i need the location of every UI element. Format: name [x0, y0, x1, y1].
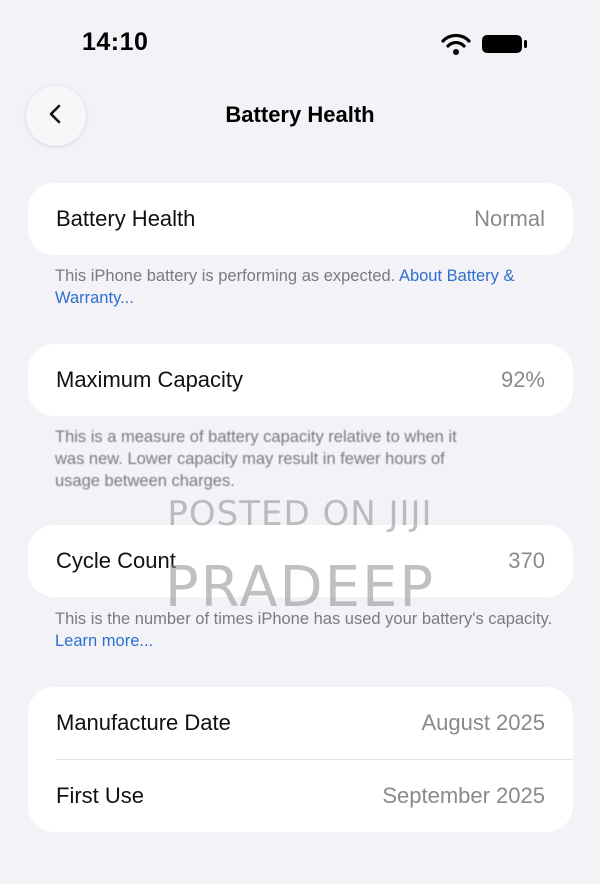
first-use-label: First Use [56, 783, 144, 808]
cycle-count-label: Cycle Count [56, 548, 176, 573]
manufacture-date-label: Manufacture Date [56, 710, 231, 735]
nav-bar: Battery Health [0, 80, 600, 152]
battery-health-footnote: This iPhone battery is performing as exp… [55, 265, 555, 309]
capacity-footnote-line: This is a measure of battery capacity re… [55, 428, 457, 446]
cycle-count-card: Cycle Count 370 [28, 525, 573, 597]
first-use-row[interactable]: First Use September 2025 [28, 760, 573, 832]
capacity-footnote-line: was new. Lower capacity may result in fe… [55, 450, 445, 468]
maximum-capacity-card: Maximum Capacity 92% [28, 344, 573, 416]
battery-health-value: Normal [474, 206, 545, 231]
capacity-footnote-line: usage between charges. [55, 472, 235, 490]
status-time: 14:10 [82, 28, 149, 56]
maximum-capacity-label: Maximum Capacity [56, 367, 244, 392]
cycle-count-value: 370 [508, 548, 545, 573]
battery-health-label: Battery Health [56, 206, 196, 231]
first-use-value: September 2025 [382, 783, 545, 808]
battery-health-footnote-text: This iPhone battery is performing as exp… [55, 267, 399, 285]
battery-health-card: Battery Health Normal [28, 183, 573, 255]
maximum-capacity-footnote: This is a measure of battery capacity re… [55, 426, 555, 492]
page-title: Battery Health [225, 102, 375, 127]
status-bar: 14:10 [0, 0, 600, 80]
wifi-icon [441, 32, 471, 56]
battery-icon [482, 34, 528, 54]
maximum-capacity-row[interactable]: Maximum Capacity 92% [28, 344, 573, 416]
dates-card: Manufacture Date August 2025 First Use S… [28, 687, 573, 832]
manufacture-date-value: August 2025 [421, 710, 545, 735]
cycle-count-footnote: This is the number of times iPhone has u… [55, 608, 555, 652]
maximum-capacity-value: 92% [500, 367, 545, 392]
cycle-count-row[interactable]: Cycle Count 370 [28, 525, 573, 597]
learn-more-link[interactable]: Learn more... [55, 632, 153, 650]
battery-health-row[interactable]: Battery Health Normal [28, 183, 573, 255]
cycle-count-footnote-text: This is the number of times iPhone has u… [55, 610, 553, 628]
manufacture-date-row[interactable]: Manufacture Date August 2025 [28, 687, 573, 759]
